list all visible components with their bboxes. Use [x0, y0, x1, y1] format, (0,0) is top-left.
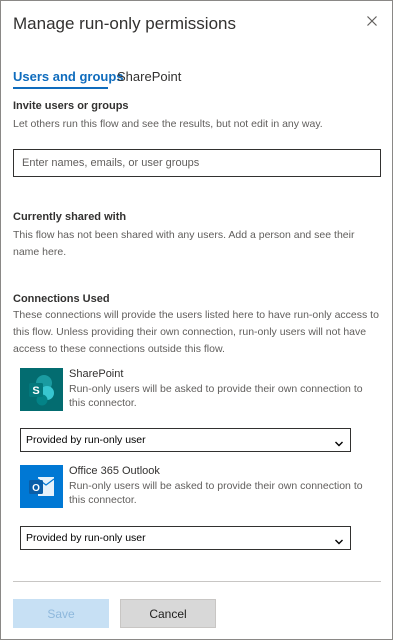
outlook-connection-dropdown[interactable]: Provided by run-only user — [20, 526, 351, 550]
invite-section-title: Invite users or groups — [13, 100, 129, 112]
connections-description: These connections will provide the users… — [13, 309, 379, 355]
active-tab-indicator — [13, 87, 108, 89]
connector-name: Office 365 Outlook — [69, 465, 160, 477]
invite-description: Let others run this flow and see the res… — [13, 118, 323, 130]
manage-permissions-dialog: Manage run-only permissions Users and gr… — [0, 0, 393, 640]
connector-office365-outlook: O Office 365 Outlook Run-only users will… — [20, 465, 370, 509]
cancel-button[interactable]: Cancel — [120, 599, 216, 628]
save-button[interactable]: Save — [13, 599, 109, 628]
connector-description: Run-only users will be asked to provide … — [69, 383, 363, 409]
close-icon[interactable] — [364, 13, 380, 29]
svg-text:O: O — [32, 483, 40, 494]
connections-section-title: Connections Used — [13, 293, 110, 305]
tab-sharepoint[interactable]: SharePoint — [117, 69, 181, 84]
dialog-title: Manage run-only permissions — [13, 14, 236, 33]
svg-text:S: S — [32, 385, 39, 397]
connector-sharepoint: S SharePoint Run-only users will be aske… — [20, 368, 370, 412]
sharepoint-icon: S — [20, 368, 63, 411]
connector-description: Run-only users will be asked to provide … — [69, 480, 363, 506]
invite-users-input[interactable] — [13, 149, 381, 177]
chevron-down-icon — [334, 436, 344, 447]
chevron-down-icon — [334, 534, 344, 545]
connector-name: SharePoint — [69, 368, 124, 380]
tab-users-and-groups[interactable]: Users and groups — [13, 69, 124, 84]
sharepoint-connection-dropdown[interactable]: Provided by run-only user — [20, 428, 351, 452]
footer-divider — [13, 581, 381, 582]
dropdown-selected-value: Provided by run-only user — [26, 434, 146, 446]
outlook-icon: O — [20, 465, 63, 508]
shared-section-title: Currently shared with — [13, 211, 127, 223]
shared-description: This flow has not been shared with any u… — [13, 229, 355, 258]
dropdown-selected-value: Provided by run-only user — [26, 532, 146, 544]
